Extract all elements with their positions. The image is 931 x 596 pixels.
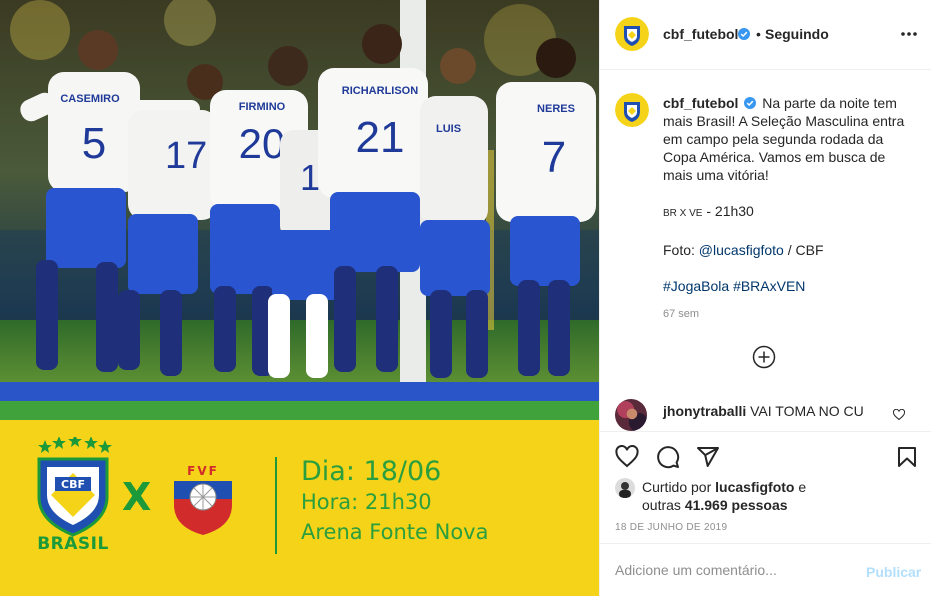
- svg-text:7: 7: [542, 133, 566, 182]
- verified-badge-icon: [738, 28, 750, 40]
- caption-match-prefix: BR X VE: [663, 208, 703, 219]
- bookmark-icon[interactable]: [895, 445, 919, 469]
- author-username[interactable]: cbf_futebol: [663, 26, 738, 42]
- svg-text:LUIS: LUIS: [436, 123, 461, 135]
- caption-time-ago: 67 sem: [663, 308, 700, 320]
- post-date: 18 DE JUNHO DE 2019: [615, 522, 728, 533]
- likes-count-link[interactable]: 41.969 pessoas: [685, 497, 788, 513]
- cbf-crest-label: CBF: [61, 478, 85, 491]
- photo-credit-link[interactable]: @lucasfigfoto: [699, 242, 784, 258]
- match-venue: Arena Fonte Nova: [301, 520, 489, 544]
- fvf-crest-icon: FVF: [174, 461, 232, 535]
- graphic-divider: [275, 457, 277, 554]
- green-stripe: [0, 401, 599, 420]
- hashtag-braxven-link[interactable]: #BRAxVEN: [733, 278, 805, 294]
- caption-photo-source: / CBF: [783, 242, 824, 258]
- load-more-plus-icon[interactable]: [752, 345, 776, 369]
- commenter-avatar[interactable]: [615, 399, 647, 431]
- commenter-username[interactable]: jhonytraballi: [663, 403, 746, 419]
- blue-stripe: [0, 382, 599, 401]
- post-actions-bar: [600, 431, 931, 481]
- likes-prefix: Curtido por: [642, 479, 716, 495]
- author-avatar[interactable]: [615, 17, 649, 51]
- svg-text:21: 21: [356, 113, 405, 162]
- caption-author-avatar[interactable]: [615, 93, 649, 127]
- liker-username[interactable]: lucasfigfoto: [715, 479, 794, 495]
- follow-status-button[interactable]: Seguindo: [765, 26, 829, 42]
- comment: jhonytraballi VAI TOMA NO CU: [663, 403, 864, 419]
- match-time: Hora: 21h30: [301, 490, 432, 514]
- header-separator: •: [756, 26, 761, 42]
- caption-photo-label: Foto:: [663, 242, 699, 258]
- post-header: cbf_futebol • Seguindo: [600, 0, 931, 70]
- hashtag-jogabola-link[interactable]: #JogaBola: [663, 278, 729, 294]
- publish-button[interactable]: Publicar: [866, 564, 921, 580]
- svg-text:RICHARLISON: RICHARLISON: [342, 85, 418, 97]
- more-options-icon[interactable]: [900, 31, 918, 37]
- comment-input[interactable]: [615, 562, 835, 578]
- caption-match-time: - 21h30: [702, 203, 754, 219]
- heart-icon[interactable]: [615, 445, 639, 469]
- versus-label: X: [122, 475, 152, 519]
- liker-avatar[interactable]: [615, 478, 635, 498]
- likes-conjunction: e: [794, 479, 807, 495]
- post-sidebar: cbf_futebol • Seguindo cbf_futebol Na pa…: [599, 0, 931, 596]
- svg-text:CASEMIRO: CASEMIRO: [60, 93, 120, 105]
- likes-others-prefix: outras: [642, 497, 685, 513]
- comment-bubble-icon[interactable]: [656, 445, 680, 469]
- brasil-label: BRASIL: [37, 534, 109, 554]
- share-plane-icon[interactable]: [696, 445, 720, 469]
- players-celebration-photo: CASEMIRO 5 17 FIRMINO 20 11: [0, 0, 599, 382]
- fvf-crest-label: FVF: [187, 464, 219, 478]
- svg-text:20: 20: [239, 120, 286, 167]
- comment-body: VAI TOMA NO CU: [750, 403, 864, 419]
- small-heart-icon[interactable]: [893, 409, 905, 421]
- post-image[interactable]: CASEMIRO 5 17 FIRMINO 20 11: [0, 0, 599, 596]
- caption-verified-badge-icon: [744, 97, 757, 109]
- svg-text:5: 5: [82, 119, 106, 168]
- cbf-crest-icon: CBF: [37, 437, 112, 537]
- match-date: Dia: 18/06: [301, 456, 442, 487]
- post-caption: cbf_futebol Na parte da noite tem mais B…: [663, 94, 913, 313]
- svg-text:17: 17: [165, 135, 207, 177]
- match-info: Dia: 18/06 Hora: 21h30 Arena Fonte Nova: [301, 458, 488, 543]
- caption-username[interactable]: cbf_futebol: [663, 95, 738, 111]
- add-comment-bar: Publicar: [600, 543, 931, 596]
- svg-text:NERES: NERES: [537, 103, 575, 115]
- svg-text:FIRMINO: FIRMINO: [239, 101, 286, 113]
